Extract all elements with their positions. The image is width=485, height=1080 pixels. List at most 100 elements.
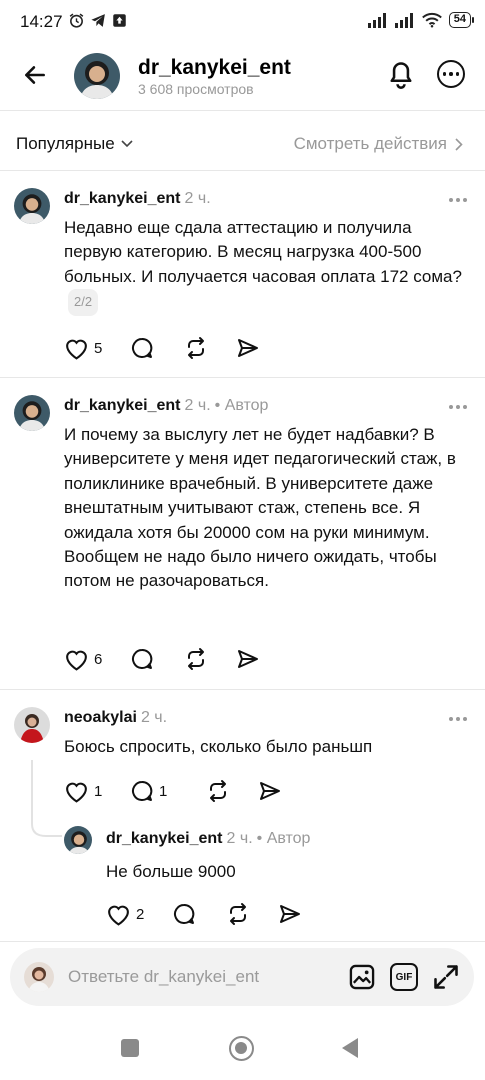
like-button[interactable]: 5 — [64, 337, 130, 360]
comment-header: dr_kanykei_ent 2 ч. — [64, 190, 211, 208]
status-time: 14:27 — [20, 12, 63, 31]
comment-username[interactable]: dr_kanykei_ent — [106, 830, 223, 847]
sort-dropdown[interactable]: Популярные — [16, 134, 133, 154]
expand-icon[interactable] — [432, 963, 460, 991]
avatar[interactable] — [14, 395, 50, 431]
share-button[interactable] — [236, 336, 260, 360]
like-button[interactable]: 2 — [106, 903, 172, 926]
repost-button[interactable] — [226, 902, 278, 926]
comment-time: 2 ч. — [184, 397, 211, 414]
thread-header: dr_kanykei_ent 3 608 просмотров — [0, 42, 485, 110]
comment-body: Недавно еще сдала аттестацию и получила … — [64, 218, 462, 286]
page-title[interactable]: dr_kanykei_ent — [138, 56, 291, 80]
gif-icon[interactable]: GIF — [390, 963, 418, 991]
reply-count: 1 — [159, 782, 168, 800]
avatar[interactable] — [74, 53, 120, 99]
more-icon[interactable] — [449, 405, 467, 409]
divider — [0, 170, 485, 171]
heart-icon — [66, 650, 87, 671]
comment-icon — [132, 337, 153, 358]
composer-tools: GIF — [348, 963, 460, 991]
comment-body: Не больше 9000 — [106, 862, 236, 881]
avatar[interactable] — [14, 188, 50, 224]
avatar[interactable] — [14, 707, 50, 743]
chevron-down-icon — [121, 140, 133, 148]
repost-icon — [188, 648, 204, 670]
author-badge: • Автор — [256, 830, 311, 847]
battery-indicator: 54 — [448, 12, 475, 28]
share-button[interactable] — [258, 779, 282, 803]
share-button[interactable] — [236, 647, 260, 671]
divider — [0, 110, 485, 111]
comment-item: dr_kanykei_ent 2 ч. Недавно еще сдала атт… — [0, 180, 485, 375]
repost-button[interactable] — [184, 647, 236, 671]
send-icon — [260, 782, 280, 800]
reply-input[interactable]: Ответьте dr_kanykei_ent — [68, 967, 259, 987]
divider — [0, 941, 485, 942]
reply-button[interactable] — [130, 336, 184, 360]
comment-body: И почему за выслугу лет не будет надбавк… — [64, 425, 456, 591]
bell-icon[interactable] — [387, 60, 415, 90]
avatar — [24, 962, 54, 992]
comment-username[interactable]: dr_kanykei_ent — [64, 190, 181, 207]
back-button[interactable] — [342, 1038, 358, 1058]
reply-composer[interactable]: Ответьте dr_kanykei_ent GIF — [10, 948, 474, 1006]
chevron-right-icon — [455, 137, 463, 151]
divider — [0, 689, 485, 690]
wifi-icon — [421, 12, 442, 28]
comment-actions: 5 — [64, 336, 260, 360]
views-count: 3 608 просмотров — [138, 81, 254, 97]
comment-time: 2 ч. — [226, 830, 253, 847]
status-bar: 14:27 54 — [0, 0, 485, 42]
like-count: 5 — [94, 339, 103, 357]
telegram-icon — [91, 14, 105, 27]
more-icon[interactable] — [449, 198, 467, 202]
image-icon[interactable] — [348, 963, 376, 991]
like-count: 1 — [94, 782, 103, 800]
comment-time: 2 ч. — [140, 709, 168, 726]
system-nav-bar — [0, 1016, 485, 1080]
like-button[interactable]: 6 — [64, 648, 130, 671]
signal-icon — [367, 12, 386, 28]
avatar[interactable] — [64, 826, 92, 854]
comment-item: dr_kanykei_ent 2 ч. • Автор И почему за вы… — [0, 387, 485, 687]
repost-button[interactable] — [184, 336, 236, 360]
comment-icon — [174, 903, 195, 924]
like-button[interactable]: 1 — [64, 780, 130, 803]
comment-username[interactable]: neoakylai — [64, 709, 137, 726]
carousel-pager: 2/2 — [68, 289, 99, 316]
comment-icon — [132, 780, 153, 801]
view-activity-link[interactable]: Смотреть действия — [294, 134, 463, 154]
divider — [0, 377, 485, 378]
repost-button[interactable] — [206, 779, 258, 803]
comment-username[interactable]: dr_kanykei_ent — [64, 397, 181, 414]
arrow-left-icon[interactable] — [22, 62, 48, 88]
more-icon[interactable] — [437, 60, 465, 88]
home-button[interactable] — [229, 1036, 254, 1061]
author-badge: • Автор — [214, 397, 269, 414]
comment-actions: 6 — [64, 647, 260, 671]
comment-header: dr_kanykei_ent 2 ч. • Автор — [64, 397, 268, 415]
send-icon — [280, 905, 300, 923]
send-icon — [238, 339, 258, 357]
reply-button[interactable]: 1 — [130, 779, 206, 803]
status-notification-icons — [68, 12, 127, 29]
reply-button[interactable] — [172, 902, 226, 926]
comment-item: neoakylai 2 ч. Боюсь спросить, сколько бы… — [0, 699, 485, 819]
activity-label: Смотреть действия — [293, 134, 447, 153]
recents-button[interactable] — [121, 1039, 139, 1057]
comment-time: 2 ч. — [184, 190, 211, 207]
sort-label: Популярные — [16, 134, 115, 153]
like-count: 6 — [94, 650, 103, 668]
repost-icon — [188, 337, 204, 359]
heart-icon — [66, 339, 87, 360]
more-icon[interactable] — [449, 717, 467, 721]
share-button[interactable] — [278, 902, 302, 926]
comment-actions: 2 — [106, 902, 302, 926]
comment-item: dr_kanykei_ent 2 ч. • Автор Не больше 9000… — [0, 826, 485, 938]
comment-header: dr_kanykei_ent 2 ч. • Автор — [106, 830, 310, 848]
reply-button[interactable] — [130, 647, 184, 671]
comment-icon — [132, 648, 153, 669]
upload-icon — [113, 14, 126, 27]
status-system-icons: 54 — [367, 12, 475, 28]
